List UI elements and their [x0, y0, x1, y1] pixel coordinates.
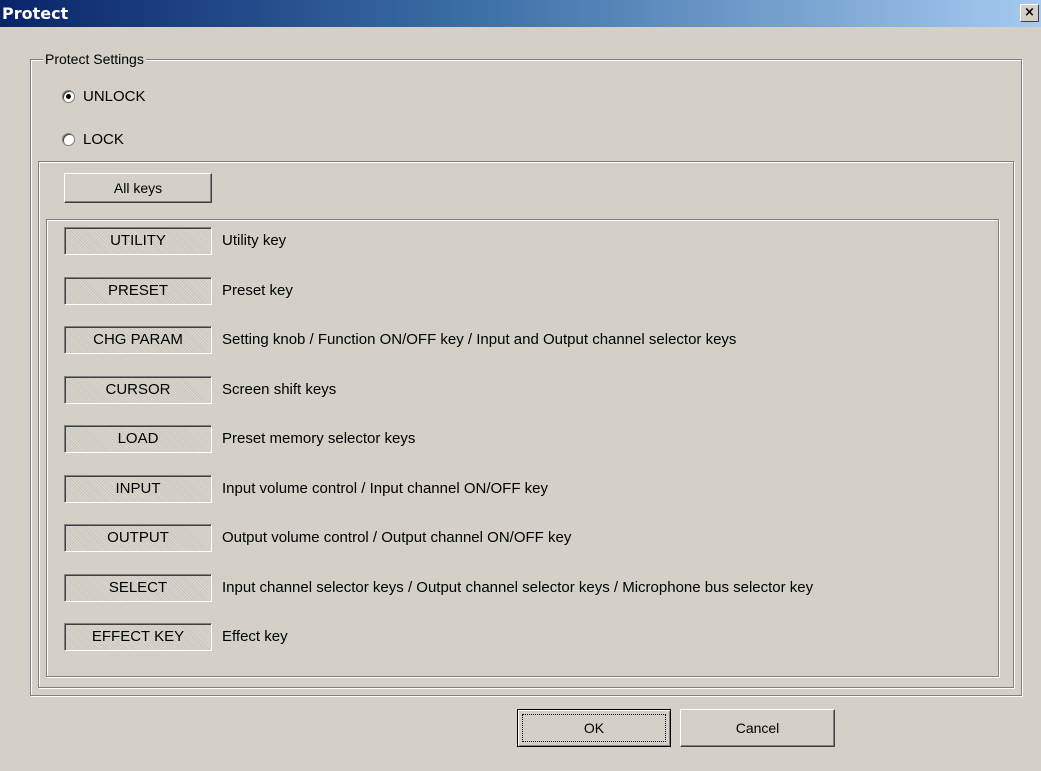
cancel-label: Cancel [735, 720, 780, 736]
lock-radio[interactable] [62, 133, 75, 146]
title-bar[interactable]: Protect × [0, 0, 1041, 27]
unlock-label[interactable]: UNLOCK [83, 88, 146, 106]
output-key-description: Output volume control / Output channel O… [222, 529, 572, 546]
load-key-button[interactable]: LOAD [64, 425, 212, 453]
radio-selected-dot [66, 94, 71, 99]
focus-rectangle [522, 714, 666, 742]
cursor-key-description: Screen shift keys [222, 381, 337, 398]
chg-param-key-description: Setting knob / Function ON/OFF key / Inp… [222, 331, 737, 348]
all-keys-label: All keys [113, 180, 163, 196]
effect-key-button[interactable]: EFFECT KEY [64, 623, 212, 651]
output-key-button[interactable]: OUTPUT [64, 524, 212, 552]
all-keys-button[interactable]: All keys [64, 173, 212, 203]
select-key-description: Input channel selector keys / Output cha… [222, 579, 814, 596]
chg-param-key-button[interactable]: CHG PARAM [64, 326, 212, 354]
ok-button[interactable]: OK [517, 709, 671, 747]
load-key-description: Preset memory selector keys [222, 430, 416, 447]
lock-label[interactable]: LOCK [83, 131, 124, 149]
cancel-button[interactable]: Cancel [680, 709, 835, 747]
window-title: Protect [2, 4, 69, 23]
utility-key-button[interactable]: UTILITY [64, 227, 212, 255]
cursor-key-button[interactable]: CURSOR [64, 376, 212, 404]
preset-key-description: Preset key [222, 282, 293, 299]
close-icon: × [1024, 5, 1035, 20]
close-button[interactable]: × [1020, 4, 1039, 22]
utility-key-description: Utility key [222, 232, 287, 249]
unlock-radio[interactable] [62, 90, 75, 103]
protect-settings-label: Protect Settings [43, 50, 146, 68]
input-key-button[interactable]: INPUT [64, 475, 212, 503]
select-key-button[interactable]: SELECT [64, 574, 212, 602]
preset-key-button[interactable]: PRESET [64, 277, 212, 305]
effect-key-description: Effect key [222, 628, 288, 645]
input-key-description: Input volume control / Input channel ON/… [222, 480, 548, 497]
